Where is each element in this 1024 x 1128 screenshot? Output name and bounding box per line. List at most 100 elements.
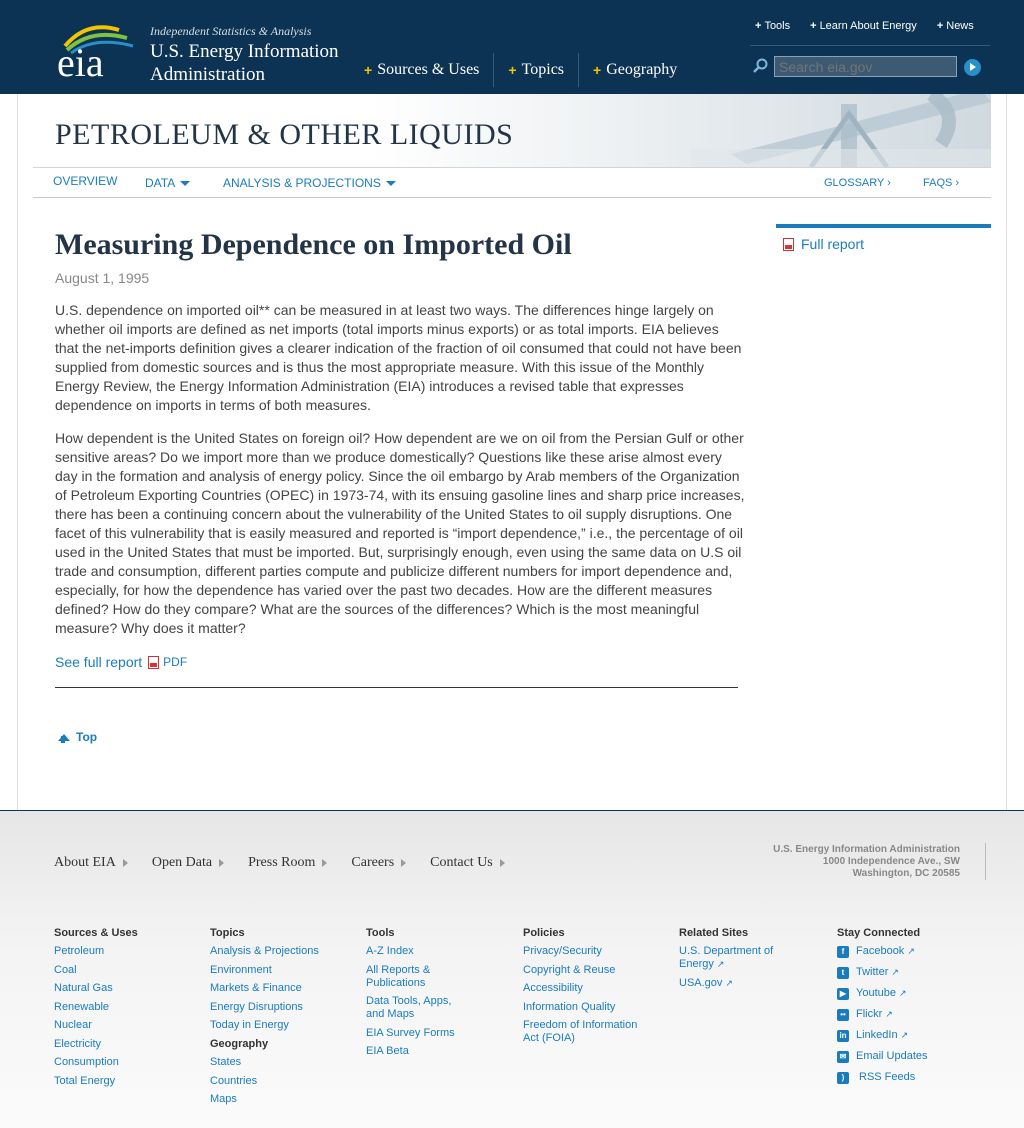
back-to-top-link[interactable]: Top [58,730,97,744]
flickr-link[interactable]: •• Flickr ↗ [837,1008,967,1021]
plus-icon: + [364,62,373,78]
footer-link[interactable]: Environment [210,964,350,977]
footer-link[interactable]: Electricity [54,1038,194,1051]
rss-icon: ) [837,1071,849,1084]
footer-col-tools: Tools A-Z Index All Reports & Publicatio… [366,927,466,1064]
footer-col-policies: Policies Privacy/Security Copyright & Re… [523,927,648,1051]
search-submit-button[interactable] [964,59,981,76]
site-header: eia Independent Statistics & Analysis U.… [0,0,1024,94]
footer-contact-us[interactable]: Contact Us [430,855,505,871]
footer-link[interactable]: Coal [54,964,194,977]
section-title: PETROLEUM & OTHER LIQUIDS [55,118,514,151]
search-input[interactable] [774,56,957,77]
tools-link[interactable]: + Tools [755,20,790,32]
plus-icon: + [936,20,944,32]
search-icon [753,58,768,73]
site-tagline: Independent Statistics & Analysis [150,24,312,38]
footer-link[interactable]: Today in Energy [210,1019,350,1032]
news-link[interactable]: + News [937,20,974,32]
footer-link[interactable]: EIA Beta [366,1045,466,1058]
pdf-link[interactable]: PDF [163,655,187,669]
nav-geography[interactable]: + Geography [579,53,691,87]
subnav-data[interactable]: DATA [145,176,191,190]
external-link-icon: ↗ [891,967,899,977]
see-full-report-link[interactable]: See full report PDF [55,654,187,670]
subnav-overview[interactable]: OVERVIEW [53,174,117,188]
footer-link[interactable]: Freedom of Information Act (FOIA) [523,1019,648,1045]
nav-topics[interactable]: + Topics [494,53,580,87]
footer-col-social: Stay Connected f Facebook ↗ t Twitter ↗ ▶ You… [837,927,967,1092]
pdf-icon [148,655,160,669]
utility-links: + Tools + Learn About Energy + News [755,20,974,32]
plus-icon: + [755,20,762,32]
footer-link[interactable]: USA.gov ↗ [679,977,789,990]
footer-link[interactable]: Information Quality [523,1001,648,1014]
footer-link[interactable]: Renewable [54,1001,194,1014]
learn-about-energy-link[interactable]: + Learn About Energy [810,20,917,32]
twitter-link[interactable]: t Twitter ↗ [837,966,967,979]
subnav-faqs[interactable]: FAQS › [923,177,959,189]
footer-link[interactable]: Countries [210,1075,350,1088]
article-paragraph: U.S. dependence on imported oil** can be… [55,302,742,413]
footer-col-related: Related Sites U.S. Department of Energy ↗… [679,927,789,995]
footer-link[interactable]: A-Z Index [366,945,466,958]
footer-open-data[interactable]: Open Data [152,855,225,871]
svg-text:eia: eia [57,40,104,80]
triangle-right-icon [322,859,328,867]
footer-press-room[interactable]: Press Room [248,855,328,871]
footer-link[interactable]: Natural Gas [54,982,194,995]
org-name-line2: Administration [150,64,266,85]
triangle-right-icon [401,859,407,867]
linkedin-link[interactable]: in LinkedIn ↗ [837,1029,967,1042]
footer-link[interactable]: Consumption [54,1056,194,1069]
footer-link[interactable]: Nuclear [54,1019,194,1032]
footer-link[interactable]: Maps [210,1093,350,1106]
footer-col-topics: Topics Analysis & Projections Environmen… [210,927,350,1112]
footer-link[interactable]: States [210,1056,350,1069]
email-updates-link[interactable]: ✉ Email Updates [837,1050,967,1063]
footer-link[interactable]: All Reports & Publications [366,964,466,990]
eia-logo[interactable]: eia [57,20,137,80]
facebook-link[interactable]: f Facebook ↗ [837,945,967,958]
external-link-icon: ↗ [725,977,733,988]
article-date: August 1, 1995 [55,270,150,286]
footer-link[interactable]: Privacy/Security [523,945,648,958]
pdf-icon [783,237,794,251]
external-link-icon: ↗ [907,946,915,956]
footer-link[interactable]: Accessibility [523,982,648,995]
subnav-analysis-projections[interactable]: ANALYSIS & PROJECTIONS [223,176,396,190]
org-name-line1: U.S. Energy Information [150,41,339,62]
footer-link[interactable]: Copyright & Reuse [523,964,648,977]
footer-about-eia[interactable]: About EIA [54,855,128,871]
divider [985,843,986,880]
footer-nav: About EIA Open Data Press Room Careers C… [54,855,505,871]
main-nav: + Sources & Uses + Topics + Geography [350,53,691,87]
linkedin-icon: in [837,1029,849,1042]
footer-link[interactable]: Petroleum [54,945,194,958]
footer-link[interactable]: Energy Disruptions [210,1001,350,1014]
subnav-glossary[interactable]: GLOSSARY › [824,177,891,189]
nav-sources-uses[interactable]: + Sources & Uses [350,53,495,87]
triangle-right-icon [219,859,225,867]
footer-link[interactable]: Markets & Finance [210,982,350,995]
site-footer: About EIA Open Data Press Room Careers C… [0,810,1024,1128]
footer-link[interactable]: EIA Survey Forms [366,1027,466,1040]
section-banner: PETROLEUM & OTHER LIQUIDS [33,94,991,167]
footer-link[interactable]: Data Tools, Apps, and Maps [366,995,466,1021]
footer-link[interactable]: Total Energy [54,1075,194,1088]
footer-link[interactable]: Analysis & Projections [210,945,350,958]
divider [55,687,738,688]
footer-careers[interactable]: Careers [351,855,407,871]
section-subnav: OVERVIEW DATA ANALYSIS & PROJECTIONS GLO… [33,167,991,198]
rss-feeds-link[interactable]: ) RSS Feeds [837,1071,967,1084]
oil-pump-illustration [691,94,991,167]
external-link-icon: ↗ [900,1030,909,1040]
external-link-icon: ↗ [716,959,725,969]
youtube-link[interactable]: ▶ Youtube ↗ [837,987,967,1000]
triangle-right-icon [122,859,128,867]
sidebar-accent-bar [776,224,991,228]
footer-link[interactable]: U.S. Department of Energy ↗ [679,945,789,971]
footer-address: U.S. Energy Information Administration 1… [773,844,960,879]
article-title: Measuring Dependence on Imported Oil [55,228,572,261]
sidebar-full-report-link[interactable]: Full report [783,236,864,252]
